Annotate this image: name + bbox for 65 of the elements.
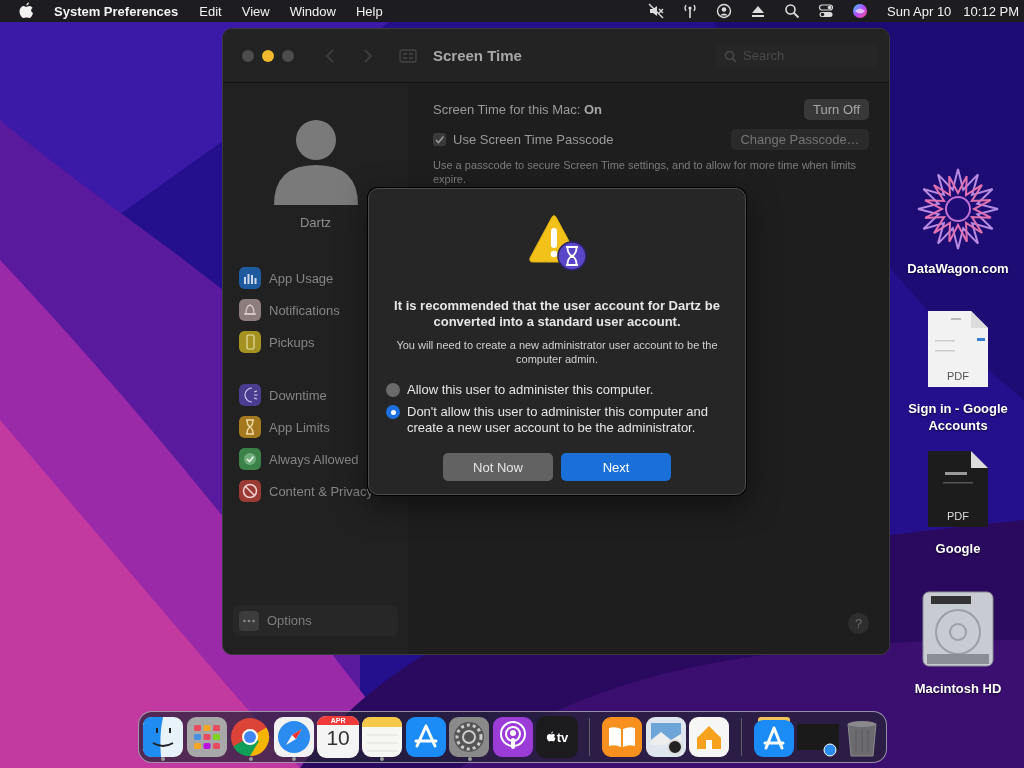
apple-icon[interactable] — [18, 2, 34, 20]
checkmark-icon — [434, 134, 445, 145]
search-icon — [724, 49, 737, 63]
user-avatar-icon — [272, 119, 359, 205]
description-text: Use a passcode to secure Screen Time settings, and to allow for more time when limits expire. — [433, 158, 858, 186]
next-button[interactable]: Next — [561, 453, 671, 481]
desktop-icon-label[interactable]: Sign in - Google Accounts — [894, 400, 1022, 434]
sidebar-item[interactable]: Pickups — [269, 334, 315, 350]
tv-app-icon[interactable]: tv — [536, 716, 579, 758]
podcast-icon[interactable] — [492, 716, 535, 758]
speaker-muted-icon[interactable] — [648, 3, 664, 19]
dialog-title: It is recommended that the user account for Dartz be converted into a standard user account. — [393, 298, 721, 330]
toggle-icon[interactable] — [818, 3, 834, 19]
pdf-file-icon[interactable]: PDF — [927, 310, 989, 388]
menu-item[interactable]: Help — [345, 4, 393, 18]
desktop-icon-label[interactable]: Macintosh HD — [894, 680, 1022, 697]
app-grid-icon[interactable] — [185, 716, 228, 758]
desktop-icon-label[interactable]: Google — [894, 540, 1022, 557]
warning-hourglass-icon — [526, 214, 588, 272]
search-icon[interactable] — [784, 3, 800, 19]
apple-icon — [545, 731, 556, 743]
star-pattern-icon — [916, 167, 1000, 251]
menu-bar-clock[interactable]: 10:12 PM — [958, 4, 1024, 18]
user-icon[interactable] — [716, 3, 732, 19]
status-text: Screen Time for this Mac: On — [433, 102, 603, 117]
gear-icon[interactable] — [448, 716, 491, 758]
siri-icon[interactable] — [852, 3, 868, 19]
app-menu[interactable]: System Preferences — [34, 4, 190, 18]
antenna-icon[interactable] — [682, 3, 698, 19]
window-title: Screen Time — [433, 47, 522, 64]
sidebar-item[interactable]: Downtime — [269, 387, 327, 403]
options-button[interactable]: Options — [233, 605, 398, 636]
browser-icon[interactable] — [229, 716, 272, 758]
sidebar-item[interactable]: App Limits — [269, 419, 330, 435]
book-icon[interactable] — [600, 716, 643, 758]
radio-button[interactable] — [386, 405, 400, 419]
hard-drive-icon[interactable] — [921, 590, 995, 668]
face-app-icon[interactable] — [141, 716, 184, 758]
stack-icon[interactable] — [753, 716, 796, 758]
compass-icon[interactable] — [273, 716, 316, 758]
menu-item[interactable]: Edit — [189, 4, 232, 18]
sidebar-item[interactable]: Notifications — [269, 302, 340, 318]
house-icon[interactable] — [688, 716, 731, 758]
minimize-button[interactable] — [262, 49, 274, 62]
notepad-icon[interactable] — [360, 716, 403, 758]
menu-item[interactable]: View — [231, 4, 280, 18]
radio-button[interactable] — [386, 383, 400, 397]
sidebar-item[interactable]: Content & Privacy — [269, 483, 374, 499]
user-name: Dartz — [299, 215, 332, 230]
desktop-icon-label[interactable]: DataWagon.com — [894, 260, 1022, 277]
checkbox-label: Use Screen Time Passcode — [453, 132, 614, 147]
app-store-icon[interactable] — [404, 716, 447, 758]
sidebar-item[interactable]: Always Allowed — [269, 451, 359, 467]
pdf-file-icon[interactable]: PDF — [927, 450, 989, 528]
menu-item[interactable]: Window — [279, 4, 346, 18]
photo-viewer-icon[interactable] — [644, 716, 687, 758]
turn-off-button[interactable]: Turn Off — [804, 99, 869, 120]
sidebar-item[interactable]: App Usage — [269, 270, 334, 286]
radio-label: Don't allow this user to administer this computer and create a new user account to be the administrator. — [407, 404, 709, 436]
menu-bar-date[interactable]: Sun Apr 10 — [882, 4, 957, 18]
not-now-button[interactable]: Not Now — [443, 453, 553, 481]
checkbox[interactable] — [433, 133, 446, 146]
dialog-message: You will need to create a new administrator user account to be the computer admin. — [395, 338, 719, 366]
radio-label: Allow this user to administer this computer. — [407, 382, 654, 398]
more-icon — [239, 610, 259, 631]
